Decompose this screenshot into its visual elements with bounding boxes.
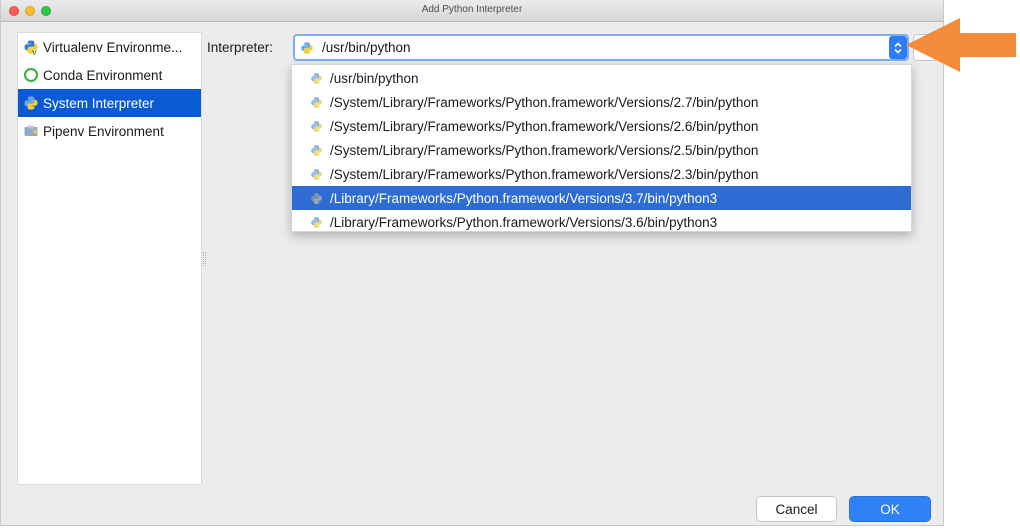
dropdown-option-label: /Library/Frameworks/Python.framework/Ver…	[330, 190, 718, 206]
python-icon	[310, 72, 323, 85]
dropdown-option-label: /System/Library/Frameworks/Python.framew…	[330, 166, 759, 182]
python-icon	[310, 216, 323, 229]
pipenv-icon	[23, 123, 39, 139]
dropdown-option[interactable]: /System/Library/Frameworks/Python.framew…	[292, 162, 911, 186]
sidebar-item-label: Pipenv Environment	[43, 123, 164, 139]
sidebar-item-conda[interactable]: Conda Environment	[18, 61, 201, 89]
svg-text:V: V	[32, 50, 37, 55]
dialog-window: Add Python Interpreter V Virtualenv Envi…	[0, 0, 944, 526]
interpreter-combobox[interactable]: /usr/bin/python	[293, 34, 909, 61]
interpreter-label: Interpreter:	[207, 40, 274, 55]
interpreter-value: /usr/bin/python	[322, 40, 411, 55]
python-icon	[310, 168, 323, 181]
cancel-button[interactable]: Cancel	[756, 496, 837, 522]
dropdown-option-label: /System/Library/Frameworks/Python.framew…	[330, 94, 759, 110]
sidebar-item-label: Conda Environment	[43, 67, 163, 83]
python-icon	[23, 95, 39, 111]
dropdown-option[interactable]: /System/Library/Frameworks/Python.framew…	[292, 138, 911, 162]
sidebar-item-virtualenv[interactable]: V Virtualenv Environme...	[18, 33, 201, 61]
python-icon	[310, 144, 323, 157]
dropdown-option-label: /System/Library/Frameworks/Python.framew…	[330, 142, 759, 158]
virtualenv-icon: V	[23, 39, 39, 55]
python-icon	[310, 120, 323, 133]
dropdown-option-label: /Library/Frameworks/Python.framework/Ver…	[330, 214, 718, 230]
splitter-handle[interactable]	[203, 252, 206, 266]
sidebar-item-label: System Interpreter	[43, 95, 155, 111]
python-icon	[310, 192, 323, 205]
dropdown-option-highlighted[interactable]: /Library/Frameworks/Python.framework/Ver…	[292, 186, 911, 210]
sidebar-item-pipenv[interactable]: Pipenv Environment	[18, 117, 201, 145]
dropdown-option-label: /System/Library/Frameworks/Python.framew…	[330, 118, 759, 134]
dropdown-option[interactable]: /usr/bin/python	[292, 66, 911, 90]
conda-icon	[23, 67, 39, 83]
title-bar: Add Python Interpreter	[1, 0, 943, 22]
python-icon	[310, 96, 323, 109]
python-icon	[300, 41, 314, 55]
orange-arrow-annotation	[906, 18, 1016, 72]
sidebar-item-system-interpreter[interactable]: System Interpreter	[18, 89, 201, 117]
dropdown-option[interactable]: /System/Library/Frameworks/Python.framew…	[292, 90, 911, 114]
sidebar-item-label: Virtualenv Environme...	[43, 39, 183, 55]
interpreter-dropdown-list: /usr/bin/python /System/Library/Framewor…	[291, 64, 912, 232]
dropdown-option[interactable]: /System/Library/Frameworks/Python.framew…	[292, 114, 911, 138]
environment-sidebar: V Virtualenv Environme... Conda Environm…	[17, 32, 202, 485]
window-title: Add Python Interpreter	[421, 4, 523, 15]
dropdown-option-label: /usr/bin/python	[330, 70, 419, 86]
dropdown-option[interactable]: /Library/Frameworks/Python.framework/Ver…	[292, 210, 911, 234]
ok-button[interactable]: OK	[849, 496, 931, 522]
